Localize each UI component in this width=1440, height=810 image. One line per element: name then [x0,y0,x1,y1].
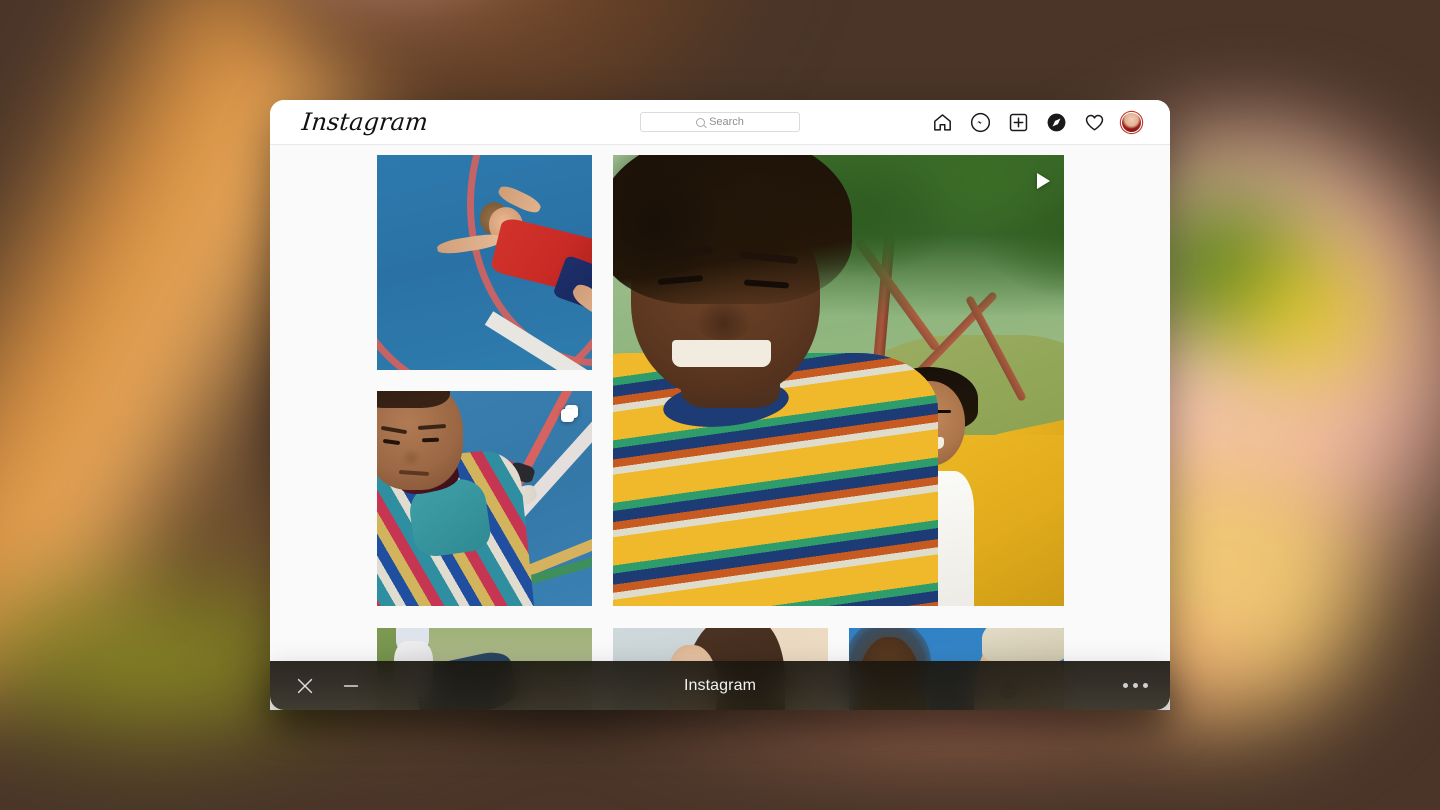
carousel-badge-icon [561,405,578,422]
taskbar-window-title: Instagram [270,677,1170,695]
explore-row [377,155,1170,606]
more-options-icon[interactable] [1123,683,1148,688]
search-placeholder: Search [709,117,744,128]
minimize-icon[interactable] [338,673,364,699]
new-post-icon[interactable] [1007,111,1029,133]
photo-artwork [377,391,592,606]
photo-artwork [377,155,592,370]
window-taskbar: Instagram [270,661,1170,710]
desktop: Instagram Search [0,0,1440,810]
instagram-logo[interactable]: Instagram [301,110,430,134]
home-icon[interactable] [931,111,953,133]
close-icon[interactable] [292,673,318,699]
header-nav-icons [931,111,1142,133]
photo-artwork [613,155,1064,606]
explore-left-stack [377,155,592,606]
activity-heart-icon[interactable] [1083,111,1105,133]
instagram-header: Instagram Search [270,100,1170,145]
messenger-icon[interactable] [969,111,991,133]
post-tile-friends-selfie-video[interactable] [613,155,1064,606]
profile-avatar[interactable] [1121,112,1142,133]
post-tile-striped-portrait[interactable] [377,391,592,606]
wallpaper-blob-yellow-right [1210,240,1390,390]
search-input[interactable]: Search [640,112,800,132]
search-icon [696,118,705,127]
explore-compass-icon[interactable] [1045,111,1067,133]
post-tile-athlete-on-court[interactable] [377,155,592,370]
video-play-badge-icon [1037,173,1050,189]
instagram-app-window: Instagram Search [270,100,1170,710]
taskbar-window-controls [292,673,364,699]
explore-grid[interactable] [270,145,1170,710]
